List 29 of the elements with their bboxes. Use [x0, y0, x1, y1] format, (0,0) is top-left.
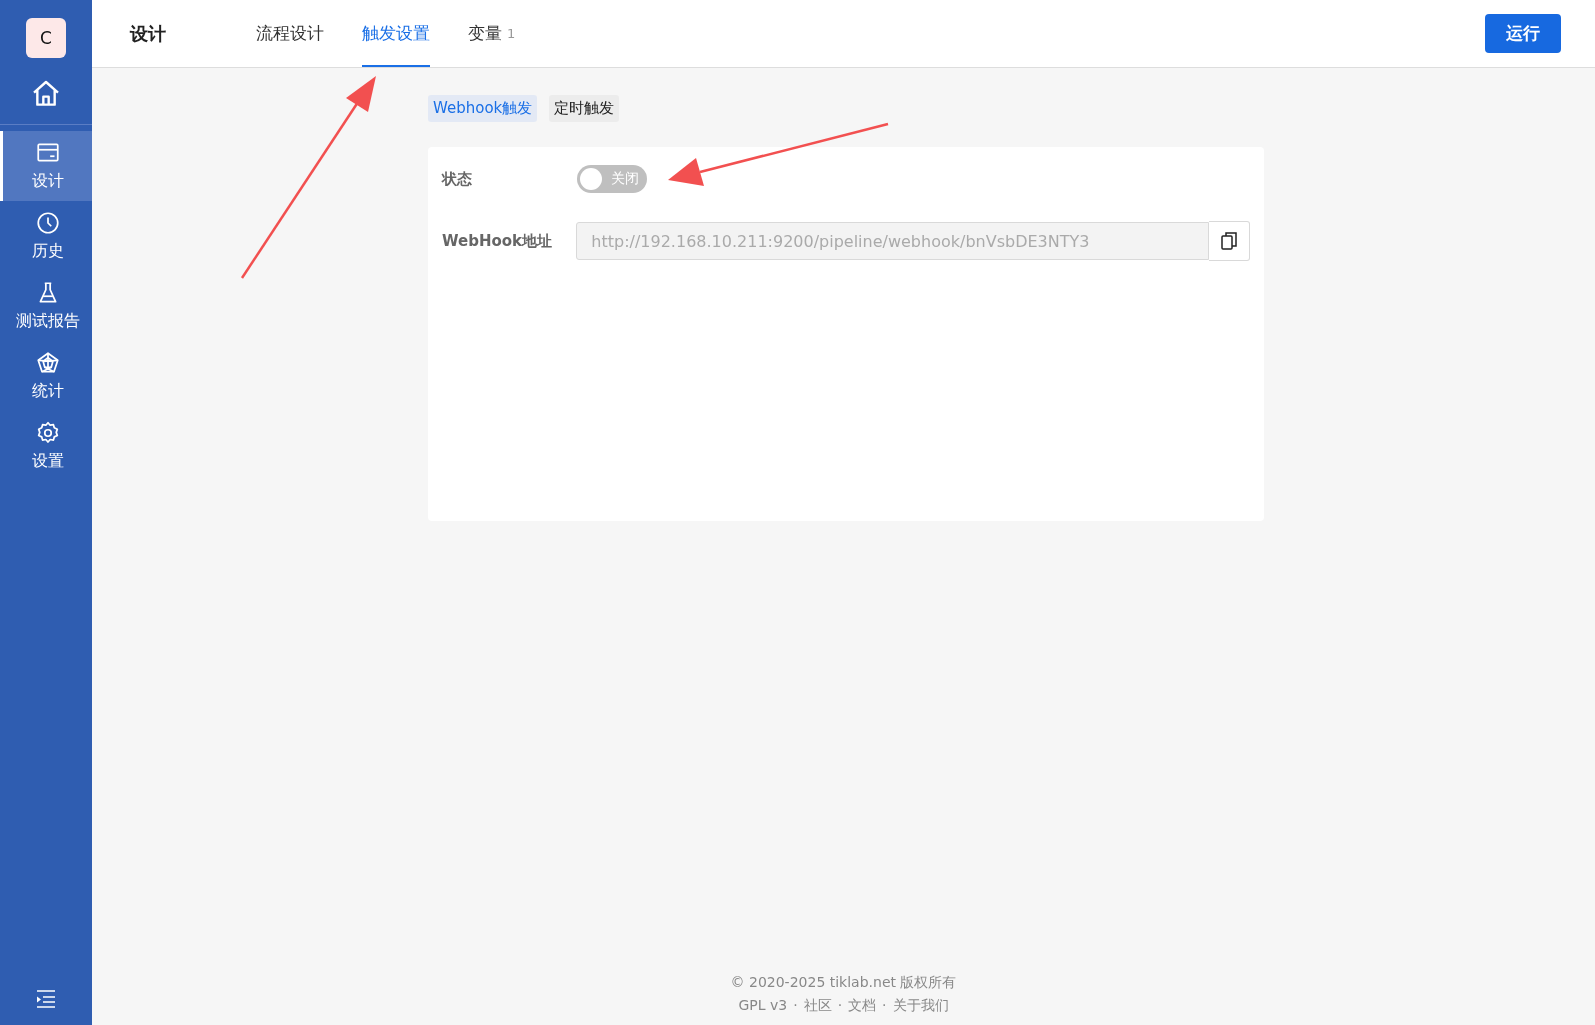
trigger-tab[interactable]: 定时触发 — [549, 95, 620, 122]
field-label: WebHook地址 — [442, 231, 554, 251]
tab[interactable]: 流程设计 — [256, 0, 324, 67]
app-logo[interactable]: C — [26, 18, 66, 58]
count-label: 1 — [507, 26, 516, 41]
copy-button[interactable] — [1209, 221, 1250, 261]
stats-icon — [34, 350, 61, 376]
run-button[interactable]: 运行 — [1485, 14, 1561, 53]
separator: · — [882, 997, 887, 1015]
menu-expand-icon[interactable] — [34, 987, 58, 1011]
field-label: 状态 — [442, 169, 473, 189]
footer-link[interactable]: 社区 — [803, 997, 832, 1015]
sidebar-item[interactable]: 设计 — [0, 131, 92, 201]
page-title: 设计 — [130, 21, 166, 46]
history-icon — [34, 210, 61, 236]
copyright-text: © 2020-2025 tiklab.net 版权所有 — [730, 974, 957, 992]
trigger-tab[interactable]: Webhook触发 — [428, 95, 538, 122]
sidebar-item[interactable]: 测试报告 — [0, 271, 92, 341]
separator: · — [837, 997, 843, 1015]
tab[interactable]: 变量 1 — [468, 0, 516, 67]
footer-link[interactable]: GPL v3 — [738, 997, 788, 1015]
sidebar-item[interactable]: 历史 — [0, 201, 92, 271]
footer-link[interactable]: 文档 — [848, 997, 877, 1015]
sidebar-item[interactable]: 统计 — [0, 341, 92, 411]
separator: · — [793, 997, 798, 1015]
sidebar-item[interactable]: 设置 — [0, 411, 92, 481]
footer-link[interactable]: 关于我们 — [892, 997, 949, 1015]
tab[interactable]: 触发设置 — [362, 0, 430, 67]
copy-icon — [1220, 231, 1239, 251]
